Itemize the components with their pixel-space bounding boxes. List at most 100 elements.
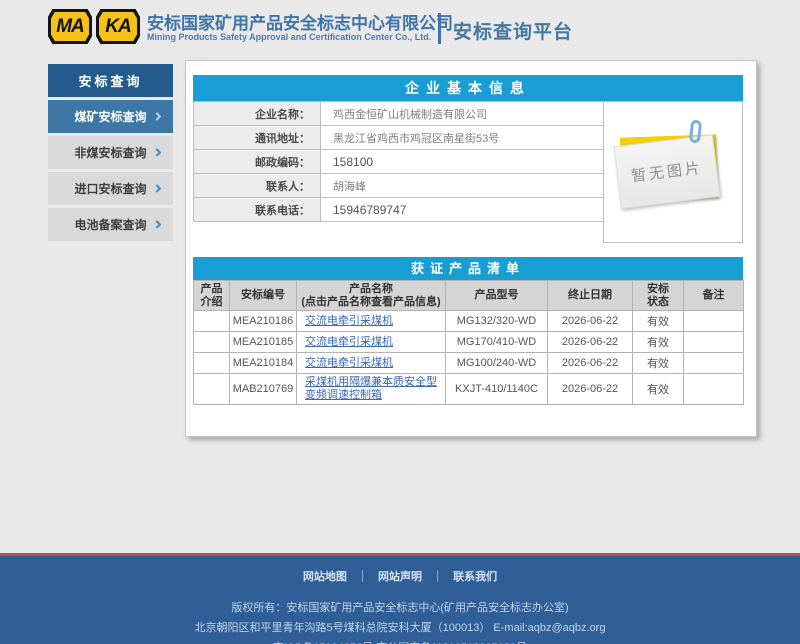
intro-cell: [194, 374, 230, 405]
info-value-company-name: 鸡西金恒矿山机械制造有限公司: [321, 102, 605, 126]
sidebar-item-label: 进口安标查询: [74, 180, 146, 197]
footer-link-separator: ｜: [357, 571, 368, 583]
chevron-right-icon: [153, 184, 161, 192]
footer-link-statement[interactable]: 网站声明: [378, 571, 422, 583]
expiry-cell: 2026-06-22: [548, 332, 633, 353]
product-name-cell: 交流电牵引采煤机: [297, 311, 446, 332]
sidebar-item-coal-query[interactable]: 煤矿安标查询: [48, 100, 173, 133]
status-cell: 有效: [633, 332, 684, 353]
info-value-contact: 胡海峰: [321, 174, 605, 198]
note-cell: [684, 311, 744, 332]
model-cell: MG100/240-WD: [446, 353, 548, 374]
info-label: 联系人：: [194, 174, 321, 198]
footer: 网站地图 ｜ 网站声明 ｜ 联系我们 版权所有：安标国家矿用产品安全标志中心(矿…: [0, 556, 800, 644]
product-name-cell: 采煤机用隔爆兼本质安全型变频调速控制箱: [297, 374, 446, 405]
cert-no-cell: MEA210184: [230, 353, 297, 374]
note-cell: [684, 332, 744, 353]
column-header-intro: 产品 介绍: [194, 281, 230, 311]
column-header-line: 备注: [684, 289, 743, 302]
org-name-cn: 安标国家矿用产品安全标志中心有限公司: [147, 9, 453, 34]
footer-link-separator: ｜: [432, 571, 443, 583]
no-image-text: 暂无图片: [630, 157, 704, 187]
header-divider: [438, 13, 441, 44]
column-header-status: 安标 状态: [633, 281, 684, 311]
info-value-address: 黑龙江省鸡西市鸡冠区南星街53号: [321, 126, 605, 150]
product-row: MEA210185 交流电牵引采煤机 MG170/410-WD 2026-06-…: [194, 332, 744, 353]
logo-badge-ma-text: MA: [51, 12, 89, 41]
org-name-en: Mining Products Safety Approval and Cert…: [147, 32, 431, 42]
product-name-link[interactable]: 交流电牵引采煤机: [305, 315, 393, 327]
cert-no-cell: MAB210769: [230, 374, 297, 405]
info-label: 邮政编码：: [194, 150, 321, 174]
expiry-cell: 2026-06-22: [548, 311, 633, 332]
products-header-row: 产品 介绍 安标编号 产品名称 (点击产品名称查看产品信息) 产品型号 终止日期: [194, 281, 744, 311]
sidebar-item-import-query[interactable]: 进口安标查询: [48, 172, 173, 205]
logo-badge-ma-icon: MA: [48, 9, 92, 44]
chevron-right-icon: [153, 148, 161, 156]
enterprise-section-title: 企业基本信息: [193, 75, 743, 101]
note-cell: [684, 353, 744, 374]
product-row: MEA210184 交流电牵引采煤机 MG100/240-WD 2026-06-…: [194, 353, 744, 374]
footer-address: 北京朝阳区和平里青年沟路5号煤科总院安科大厦（100013） E-mail:aq…: [0, 619, 800, 635]
footer-links: 网站地图 ｜ 网站声明 ｜ 联系我们: [0, 556, 800, 584]
intro-cell: [194, 332, 230, 353]
product-name-link[interactable]: 采煤机用隔爆兼本质安全型变频调速控制箱: [305, 376, 437, 401]
page: MA KA 安标国家矿用产品安全标志中心有限公司 Mining Products…: [0, 0, 800, 644]
info-value-phone: 15946789747: [321, 198, 605, 222]
column-header-line: 产品: [194, 283, 229, 296]
model-cell: MG132/320-WD: [446, 311, 548, 332]
column-header-line: 产品型号: [446, 289, 547, 302]
footer-link-sitemap[interactable]: 网站地图: [303, 571, 347, 583]
column-header-line: 终止日期: [548, 289, 632, 302]
logo-badge-ka-text: KA: [99, 12, 137, 41]
info-row: 联系电话： 15946789747: [194, 198, 605, 222]
chevron-right-icon: [153, 220, 161, 228]
footer-link-contact[interactable]: 联系我们: [453, 571, 497, 583]
product-row: MAB210769 采煤机用隔爆兼本质安全型变频调速控制箱 KXJT-410/1…: [194, 374, 744, 405]
products-section-title: 获证产品清单: [193, 257, 743, 280]
column-header-line: 产品名称: [297, 283, 445, 296]
status-cell: 有效: [633, 353, 684, 374]
model-cell: MG170/410-WD: [446, 332, 548, 353]
sidebar-item-label: 煤矿安标查询: [74, 108, 146, 125]
column-header-line: 介绍: [194, 296, 229, 309]
intro-cell: [194, 311, 230, 332]
info-row: 邮政编码： 158100: [194, 150, 605, 174]
no-image-placeholder: 暂无图片: [603, 101, 743, 243]
product-name-link[interactable]: 交流电牵引采煤机: [305, 357, 393, 369]
info-row: 联系人： 胡海峰: [194, 174, 605, 198]
column-header-product-name: 产品名称 (点击产品名称查看产品信息): [297, 281, 446, 311]
cert-no-cell: MEA210186: [230, 311, 297, 332]
column-header-line: 安标编号: [230, 289, 296, 302]
column-header-line: 状态: [633, 296, 683, 309]
column-header-model: 产品型号: [446, 281, 548, 311]
column-header-note: 备注: [684, 281, 744, 311]
expiry-cell: 2026-06-22: [548, 374, 633, 405]
column-header-line: 安标: [633, 283, 683, 296]
info-label: 联系电话：: [194, 198, 321, 222]
footer-icp: 京ICP备05034258号 京公网安备11010502025630号: [0, 639, 800, 644]
maka-logo: MA KA: [48, 9, 140, 44]
product-name-link[interactable]: 交流电牵引采煤机: [305, 336, 393, 348]
product-row: MEA210186 交流电牵引采煤机 MG132/320-WD 2026-06-…: [194, 311, 744, 332]
enterprise-info-table: 企业名称： 鸡西金恒矿山机械制造有限公司 通讯地址： 黑龙江省鸡西市鸡冠区南星街…: [193, 101, 605, 222]
product-name-cell: 交流电牵引采煤机: [297, 332, 446, 353]
model-cell: KXJT-410/1140C: [446, 374, 548, 405]
sidebar-item-noncoal-query[interactable]: 非煤安标查询: [48, 136, 173, 169]
status-cell: 有效: [633, 374, 684, 405]
sidebar-item-battery-query[interactable]: 电池备案查询: [48, 208, 173, 241]
chevron-right-icon: [153, 112, 161, 120]
cert-no-cell: MEA210185: [230, 332, 297, 353]
column-header-line: (点击产品名称查看产品信息): [297, 296, 445, 309]
info-label: 通讯地址：: [194, 126, 321, 150]
column-header-expiry: 终止日期: [548, 281, 633, 311]
info-row: 企业名称： 鸡西金恒矿山机械制造有限公司: [194, 102, 605, 126]
no-image-card: 暂无图片: [614, 134, 721, 209]
note-cell: [684, 374, 744, 405]
status-cell: 有效: [633, 311, 684, 332]
sidebar-item-label: 电池备案查询: [74, 216, 146, 233]
intro-cell: [194, 353, 230, 374]
product-name-cell: 交流电牵引采煤机: [297, 353, 446, 374]
info-row: 通讯地址： 黑龙江省鸡西市鸡冠区南星街53号: [194, 126, 605, 150]
sidebar-title: 安标查询: [48, 64, 173, 97]
